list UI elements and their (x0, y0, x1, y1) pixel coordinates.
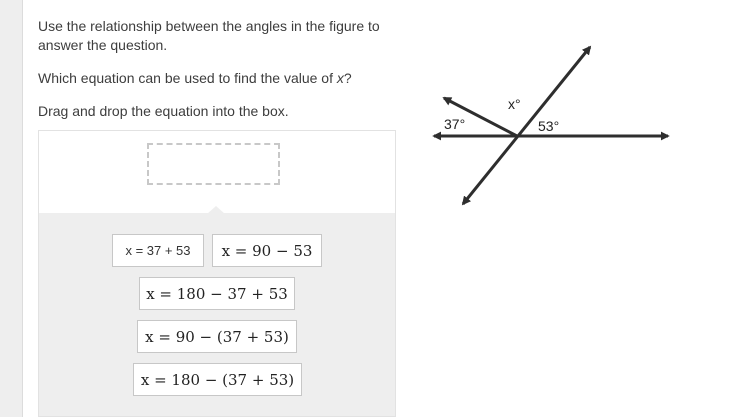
angle-label-53: 53° (538, 118, 559, 134)
drop-area (39, 131, 395, 213)
answer-tile-5[interactable]: x = 180 − (37 + 53) (133, 363, 302, 396)
answer-drop-box[interactable] (147, 143, 280, 185)
question-text-start: Which equation can be used to find the v… (38, 70, 337, 86)
answer-tile-3[interactable]: x = 180 − 37 + 53 (139, 277, 295, 310)
question-text-end: ? (343, 70, 352, 86)
drag-drop-panel: x = 37 + 53 x = 90 − 53 x = 180 − 37 + 5… (38, 130, 396, 417)
steep-line (461, 45, 592, 206)
angle-figure: x° 37° 53° (432, 45, 670, 206)
instruction-text: Use the relationship between the angles … (38, 18, 380, 53)
directions-text: Drag and drop the equation into the box. (38, 103, 289, 119)
tray-notch (207, 206, 225, 214)
answer-tile-4[interactable]: x = 90 − (37 + 53) (137, 320, 297, 353)
angle-label-37: 37° (444, 116, 465, 132)
left-rail (0, 0, 23, 417)
answer-tile-2[interactable]: x = 90 − 53 (212, 234, 322, 267)
angle-label-x: x° (508, 96, 521, 112)
question-text: Which equation can be used to find the v… (38, 69, 398, 88)
question-variable: x (336, 70, 344, 86)
answer-tile-1[interactable]: x = 37 + 53 (112, 234, 204, 267)
